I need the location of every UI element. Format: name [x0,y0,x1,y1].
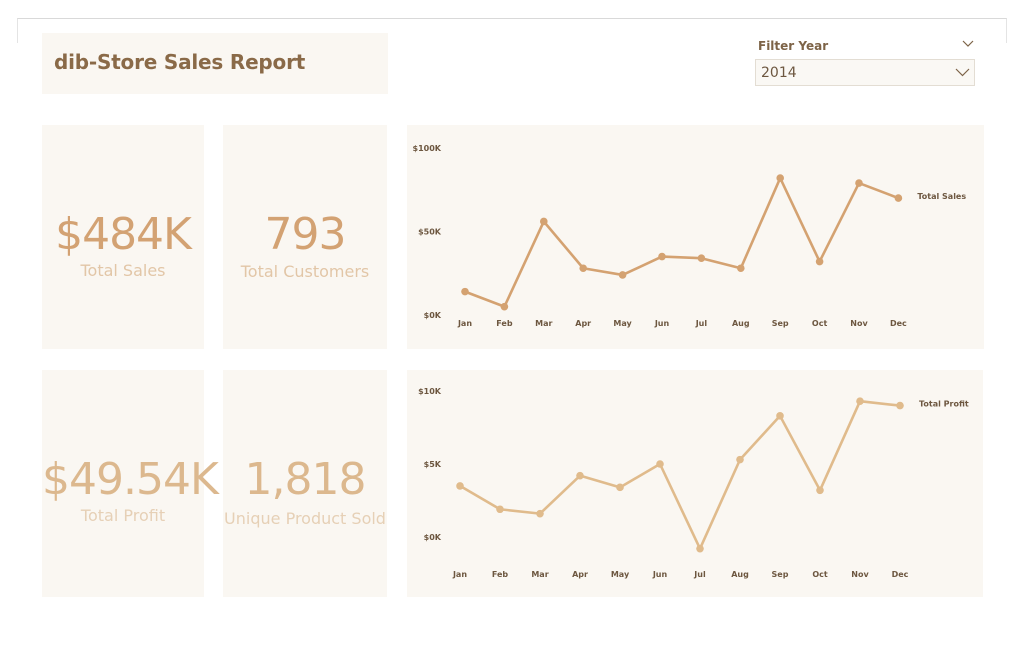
kpi-label: Total Sales [80,261,166,280]
kpi-card-total-profit: $49.54K Total Profit [42,370,219,597]
data-point [816,486,824,495]
kpi-value: 793 [264,209,347,260]
data-point [896,401,904,410]
chevron-down-icon [955,68,970,77]
filter-year-label: Filter Year [758,39,829,53]
data-point [576,471,584,480]
x-tick-label: Apr [572,570,588,579]
series-legend-label: Total Profit [919,400,969,409]
data-point [736,455,744,464]
series-legend-label: Total Sales [917,192,966,201]
x-tick-label: Feb [496,319,513,328]
y-tick-label: $100K [413,144,442,153]
x-tick-label: Jul [693,570,706,579]
y-tick-label: $50K [418,228,442,237]
data-point [540,217,548,226]
kpi-value: $49.54K [42,454,219,505]
data-point [616,483,624,492]
x-tick-label: Sep [772,319,789,328]
data-point [815,257,824,266]
data-point [496,505,504,514]
profit-line-chart-panel: $0K $5K $10K Jan Feb Mar Apr May Jun Jul Aug Sep Oct… [407,370,983,597]
page-title: dib-Store Sales Report [54,50,306,74]
data-point [856,397,864,406]
filter-year-select[interactable]: 2014 [755,59,975,86]
x-tick-label: Aug [731,570,749,579]
data-point [696,544,704,553]
data-point [776,412,784,420]
x-tick-label: Jan [457,319,472,328]
x-tick-label: Dec [892,570,909,579]
x-tick-label: Jan [452,570,467,579]
x-tick-label: Mar [531,570,548,579]
data-point [776,174,784,182]
x-tick-label: May [613,319,632,328]
data-point [579,264,587,273]
kpi-label: Unique Product Sold [224,509,386,528]
x-tick-label: Aug [732,319,750,328]
title-panel: dib-Store Sales Report [42,33,388,94]
kpi-card-total-sales: $484K Total Sales [42,125,204,349]
data-point [456,482,464,490]
data-point [461,287,469,296]
sales-line-chart-panel: $0K $50K $100K Jan Feb Mar Apr May Jun Jul Aug Sep O… [407,125,984,349]
x-tick-label: Jul [695,319,708,328]
x-tick-label: Nov [851,570,869,579]
data-point [658,252,666,261]
kpi-card-total-customers: 793 Total Customers [223,125,387,349]
x-tick-label: May [611,570,630,579]
data-point [855,179,863,187]
data-point [536,509,544,518]
x-tick-label: Apr [575,319,591,328]
data-point [500,302,509,311]
profit-line-chart[interactable]: $0K $5K $10K Jan Feb Mar Apr May Jun Jul Aug Sep Oct… [407,370,983,597]
kpi-label: Total Customers [240,262,370,281]
chevron-down-icon[interactable] [962,40,974,48]
series-line [464,176,899,308]
kpi-card-unique-products: 1,818 Unique Product Sold [223,370,387,597]
x-tick-label: Jun [652,570,668,579]
y-tick-label: $0K [424,311,442,320]
y-tick-label: $0K [424,533,442,542]
x-tick-label: Feb [492,570,509,579]
data-point [894,194,903,202]
x-tick-label: Sep [772,570,789,579]
x-tick-label: Nov [850,319,868,328]
x-tick-label: Oct [812,319,828,328]
x-tick-label: Oct [812,570,828,579]
y-tick-label: $10K [418,387,442,396]
data-point [656,460,664,468]
data-point [618,271,627,279]
x-tick-label: Jun [654,319,670,328]
sales-line-chart[interactable]: $0K $50K $100K Jan Feb Mar Apr May Jun Jul Aug Sep O… [407,125,984,349]
data-point [697,254,706,263]
kpi-label: Total Profit [80,506,166,525]
x-tick-label: Mar [535,319,552,328]
filter-year-value: 2014 [761,65,797,81]
data-point [737,264,745,273]
y-tick-label: $5K [424,460,442,469]
kpi-value: $484K [55,209,192,260]
kpi-value: 1,818 [244,454,367,505]
series-line [459,399,901,550]
x-tick-label: Dec [890,319,907,328]
